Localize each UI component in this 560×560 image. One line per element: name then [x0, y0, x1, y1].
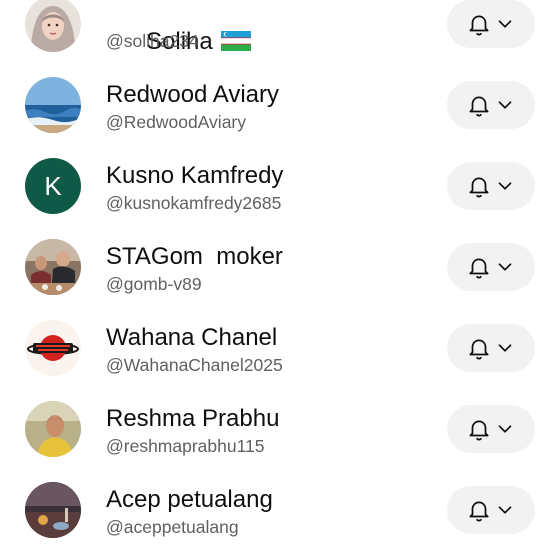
- channel-name: Reshma Prabhu: [106, 405, 280, 432]
- bell-icon: [466, 254, 492, 280]
- bell-icon: [466, 497, 492, 523]
- chevron-down-icon: [494, 418, 516, 440]
- channel-avatar[interactable]: [25, 482, 81, 538]
- channel-row[interactable]: Acep petualang @aceppetualang: [0, 470, 560, 551]
- notification-settings-button[interactable]: [447, 324, 535, 372]
- bell-icon: [466, 11, 492, 37]
- channel-row[interactable]: STAGom moker @gomb-v89: [0, 227, 560, 308]
- channel-avatar[interactable]: K: [25, 158, 81, 214]
- channel-handle: @WahanaChanel2025: [106, 355, 283, 375]
- channel-row[interactable]: Wahana Chanel @WahanaChanel2025: [0, 308, 560, 389]
- notification-settings-button[interactable]: [447, 405, 535, 453]
- channel-name: Wahana Chanel: [106, 324, 278, 351]
- notification-settings-button[interactable]: [447, 486, 535, 534]
- channel-name: Kusno Kamfredy: [106, 162, 284, 189]
- channel-avatar[interactable]: [25, 320, 81, 376]
- chevron-down-icon: [494, 499, 516, 521]
- channel-handle: @gomb-v89: [106, 274, 202, 294]
- notification-settings-button[interactable]: [447, 243, 535, 291]
- channel-row[interactable]: K Kusno Kamfredy @kusnokamfredy2685: [0, 146, 560, 227]
- channel-handle: @reshmaprabhu115: [106, 436, 265, 456]
- bell-icon: [466, 173, 492, 199]
- chevron-down-icon: [494, 94, 516, 116]
- channel-avatar[interactable]: [25, 0, 81, 52]
- channel-row[interactable]: Reshma Prabhu @reshmaprabhu115: [0, 389, 560, 470]
- channel-handle: @kusnokamfredy2685: [106, 193, 282, 213]
- channel-name: Acep petualang: [106, 486, 273, 513]
- subscriptions-list: Soliha @soliha234 Redwood Aviary @Redwoo…: [0, 0, 560, 560]
- bell-icon: [466, 416, 492, 442]
- uzbekistan-flag-icon: [220, 30, 251, 58]
- channel-avatar[interactable]: [25, 239, 81, 295]
- chevron-down-icon: [494, 13, 516, 35]
- channel-avatar[interactable]: [25, 401, 81, 457]
- notification-settings-button[interactable]: [447, 81, 535, 129]
- channel-name: STAGom moker: [106, 243, 283, 270]
- bell-icon: [466, 92, 492, 118]
- channel-name: Redwood Aviary: [106, 81, 279, 108]
- channel-handle: @soliha234: [106, 31, 199, 51]
- notification-settings-button[interactable]: [447, 0, 535, 48]
- chevron-down-icon: [494, 337, 516, 359]
- channel-handle: @aceppetualang: [106, 517, 239, 537]
- channel-avatar[interactable]: [25, 77, 81, 133]
- channel-row[interactable]: Redwood Aviary @RedwoodAviary: [0, 65, 560, 146]
- chevron-down-icon: [494, 175, 516, 197]
- chevron-down-icon: [494, 256, 516, 278]
- channel-row[interactable]: Soliha @soliha234: [0, 0, 560, 65]
- bell-icon: [466, 335, 492, 361]
- notification-settings-button[interactable]: [447, 162, 535, 210]
- channel-handle: @RedwoodAviary: [106, 112, 247, 132]
- avatar-letter: K: [44, 170, 62, 201]
